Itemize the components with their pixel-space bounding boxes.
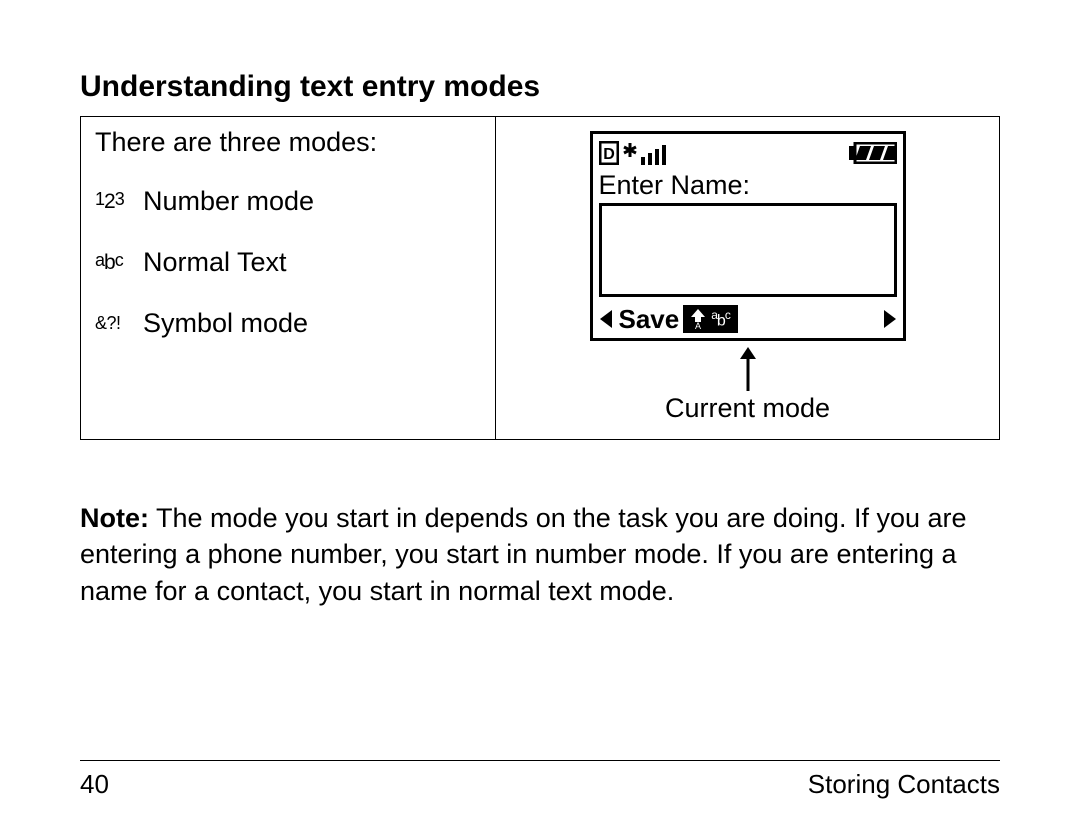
svg-text:D: D [603,146,615,163]
right-arrow-icon[interactable] [881,310,899,328]
mode-row-normal: abc Normal Text [95,247,481,278]
enter-name-prompt: Enter Name: [599,170,897,201]
mode-text-icon: abc [711,308,730,330]
modes-list-column: There are three modes: 123 Number mode a… [81,117,496,439]
mode-label: Number mode [143,186,314,217]
note-paragraph: Note: The mode you start in depends on t… [80,500,1000,609]
left-arrow-icon[interactable] [597,310,615,328]
current-mode-indicator[interactable]: A abc [683,305,738,333]
status-left: D [599,141,667,165]
mode-row-symbol: &?! Symbol mode [95,308,481,339]
modes-intro: There are three modes: [95,127,481,158]
digital-indicator-icon: D [599,141,619,165]
symbol-mode-icon: &?! [95,313,143,334]
footer-rule [80,760,1000,761]
name-input[interactable] [599,203,897,297]
section-name: Storing Contacts [808,769,1000,800]
normal-text-mode-icon: abc [95,251,143,275]
softkey-bar: Save A abc [593,303,903,335]
phone-screen: D [590,131,906,341]
note-prefix: Note: [80,503,149,533]
mode-label: Symbol mode [143,308,308,339]
number-mode-icon: 123 [95,190,143,214]
callout-arrow-icon [738,347,758,391]
shift-icon: A [691,309,705,329]
modes-figure: There are three modes: 123 Number mode a… [80,116,1000,440]
status-bar: D [599,138,897,168]
page-footer: 40 Storing Contacts [80,760,1000,800]
signal-icon [621,141,667,165]
mode-label: Normal Text [143,247,287,278]
note-body: The mode you start in depends on the tas… [80,503,967,606]
phone-preview-column: D [496,117,999,439]
mode-row-number: 123 Number mode [95,186,481,217]
callout-label: Current mode [665,393,830,424]
svg-text:A: A [695,321,701,329]
section-heading: Understanding text entry modes [80,70,1000,104]
page-number: 40 [80,769,109,800]
save-softkey[interactable]: Save [615,304,684,335]
battery-icon [849,142,897,164]
